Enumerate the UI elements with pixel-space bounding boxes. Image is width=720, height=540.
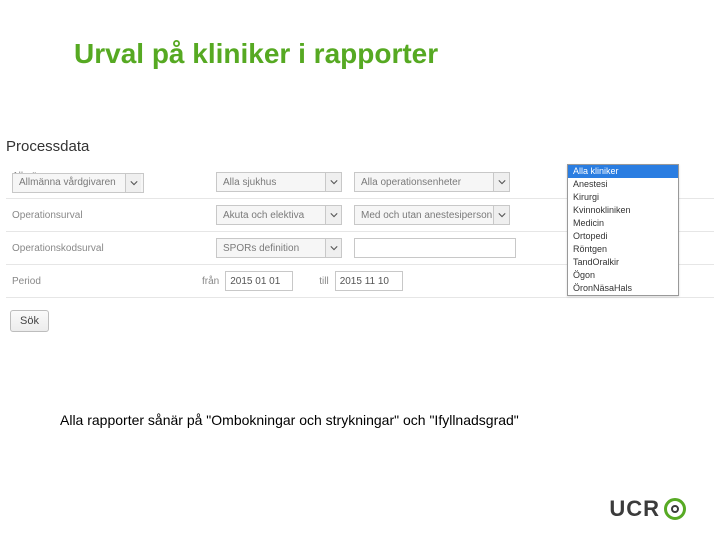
select-spor-definition-value: SPORs definition xyxy=(217,243,325,254)
chevron-down-icon xyxy=(325,173,341,191)
label-opkodsurval: Operationskodsurval xyxy=(6,243,106,254)
kliniker-option[interactable]: Anestesi xyxy=(568,178,678,191)
chevron-down-icon xyxy=(493,206,509,224)
select-akuta-elektiva[interactable]: Akuta och elektiva xyxy=(216,205,342,225)
chevron-down-icon xyxy=(325,239,341,257)
select-anestesiperson[interactable]: Med och utan anestesiperson xyxy=(354,205,510,225)
kliniker-option[interactable]: TandOralkir xyxy=(568,256,678,269)
ucr-logo: UCR xyxy=(609,496,686,522)
chevron-down-icon xyxy=(125,174,141,192)
select-spor-definition[interactable]: SPORs definition xyxy=(216,238,342,258)
label-period: Period xyxy=(6,276,106,287)
opkod-text-input[interactable] xyxy=(354,238,516,258)
ucr-logo-mark-icon xyxy=(664,498,686,520)
date-from-input[interactable] xyxy=(225,271,293,291)
select-operationsenheter[interactable]: Alla operationsenheter xyxy=(354,172,510,192)
kliniker-dropdown[interactable]: Alla klinikerAnestesiKirurgiKvinnoklinik… xyxy=(567,164,679,296)
ucr-logo-text: UCR xyxy=(609,496,660,522)
kliniker-option[interactable]: Medicin xyxy=(568,217,678,230)
chevron-down-icon xyxy=(325,206,341,224)
sok-button[interactable]: Sök xyxy=(10,310,49,332)
select-vardgivare-value: Allmänna vårdgivaren xyxy=(13,177,125,188)
label-operationsurval: Operationsurval xyxy=(6,210,106,221)
select-operationsenheter-value: Alla operationsenheter xyxy=(355,177,493,188)
kliniker-option[interactable]: Röntgen xyxy=(568,243,678,256)
select-vardgivare[interactable]: Allmänna vårdgivaren xyxy=(12,173,144,193)
section-heading-processdata: Processdata xyxy=(6,138,89,155)
select-sjukhus-value: Alla sjukhus xyxy=(217,177,325,188)
kliniker-option[interactable]: Kirurgi xyxy=(568,191,678,204)
select-sjukhus[interactable]: Alla sjukhus xyxy=(216,172,342,192)
kliniker-option[interactable]: Alla kliniker xyxy=(568,165,678,178)
kliniker-option[interactable]: Kvinnokliniken xyxy=(568,204,678,217)
chevron-down-icon xyxy=(493,173,509,191)
select-anestesiperson-value: Med och utan anestesiperson xyxy=(355,210,493,221)
slide-title: Urval på kliniker i rapporter xyxy=(74,38,438,70)
slide-footnote: Alla rapporter sånär på "Ombokningar och… xyxy=(60,412,519,428)
date-to-input[interactable] xyxy=(335,271,403,291)
kliniker-option[interactable]: ÖronNäsaHals xyxy=(568,282,678,295)
kliniker-option[interactable]: Ögon xyxy=(568,269,678,282)
label-to: till xyxy=(319,276,328,287)
select-akuta-elektiva-value: Akuta och elektiva xyxy=(217,210,325,221)
kliniker-option[interactable]: Ortopedi xyxy=(568,230,678,243)
label-from: från xyxy=(202,276,219,287)
